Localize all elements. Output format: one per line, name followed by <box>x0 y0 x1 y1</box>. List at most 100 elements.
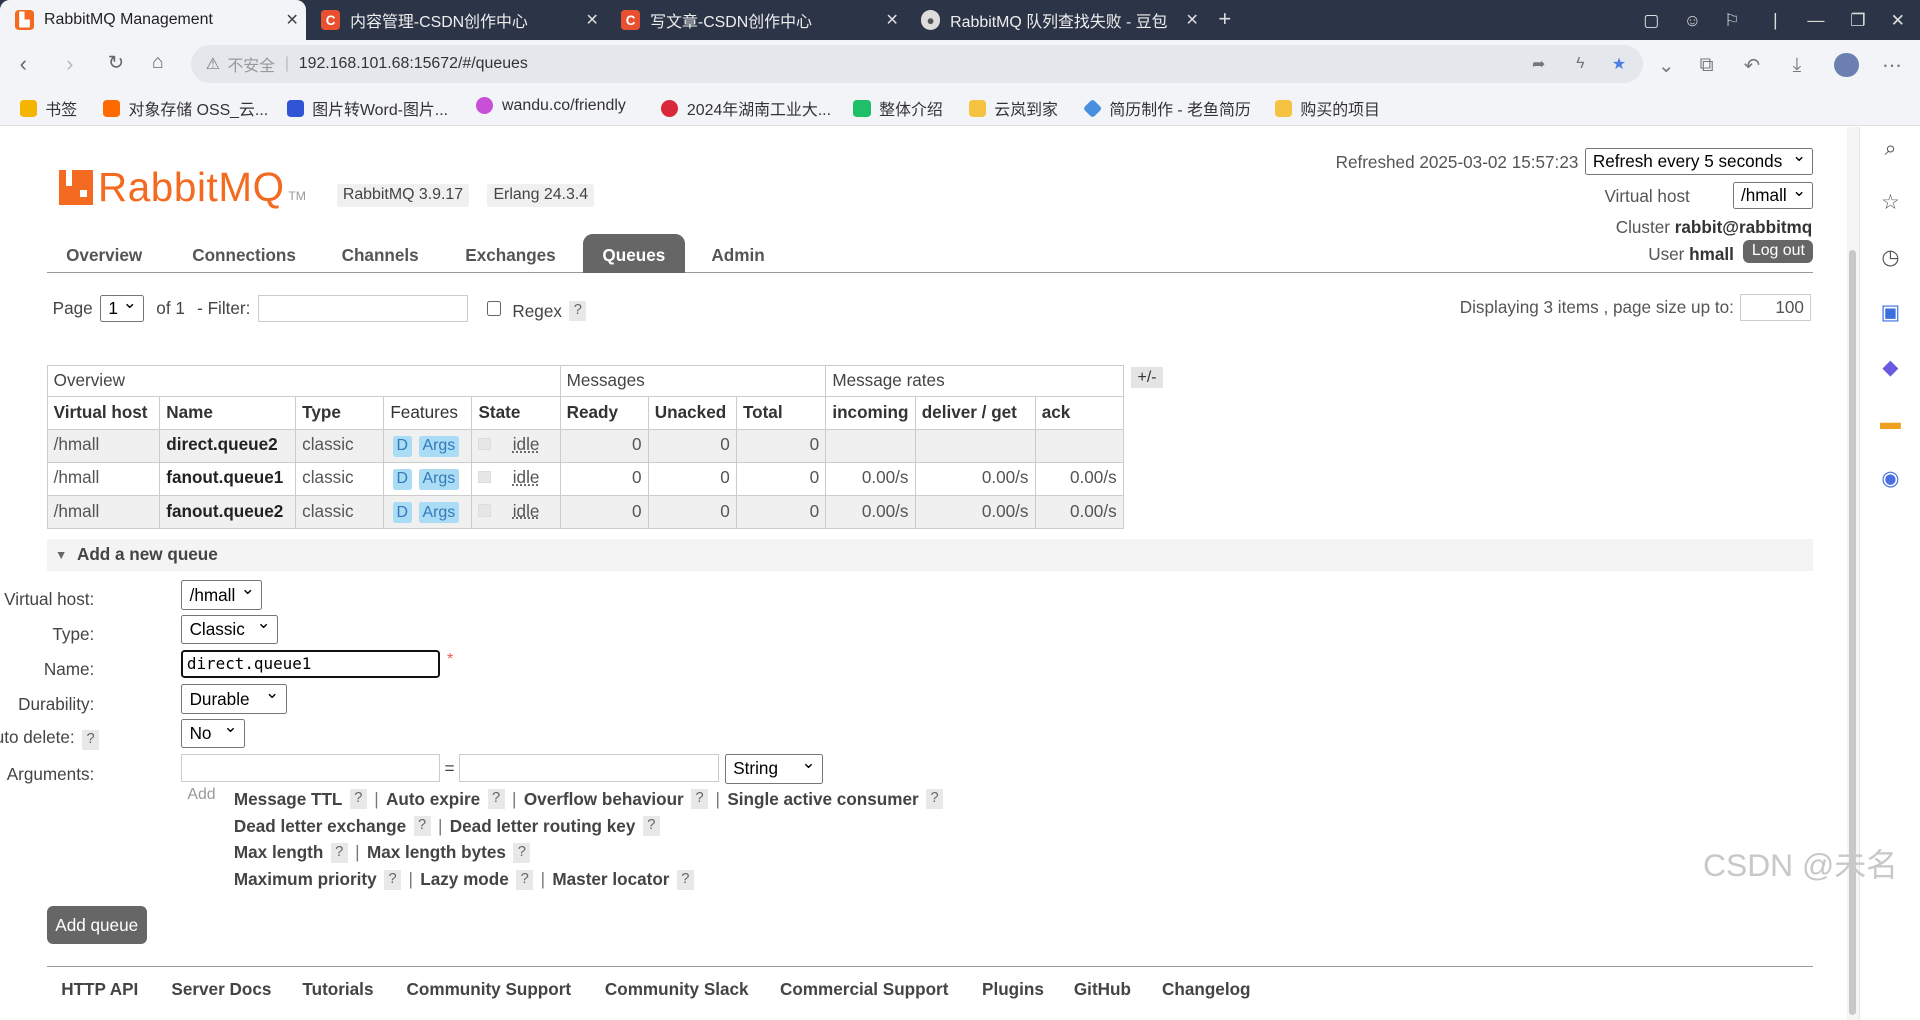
browser-tab-csdn-write[interactable]: C 写文章-CSDN创作中心 ✕ <box>606 0 906 40</box>
lightning-icon[interactable]: ϟ <box>1576 55 1584 73</box>
tab-admin[interactable]: Admin <box>711 245 764 266</box>
filter-input[interactable] <box>257 295 469 323</box>
footer-link-server-docs[interactable]: Server Docs <box>171 979 271 1000</box>
translate-icon[interactable]: ◉ <box>1878 467 1902 491</box>
share-icon[interactable]: ➦ <box>1532 54 1545 74</box>
browser-tab-rabbitmq[interactable]: ▙ RabbitMQ Management ✕ <box>0 0 307 41</box>
refresh-interval-select[interactable]: Refresh every 5 seconds <box>1584 145 1814 176</box>
add-queue-section-header[interactable]: ▼ Add a new queue <box>46 538 1814 571</box>
url-bar[interactable]: ⚠ 不安全 | 192.168.101.68:15672/#/queues ➦ … <box>191 45 1644 84</box>
col-incoming[interactable]: incoming <box>825 395 916 430</box>
close-tab-icon[interactable]: ✕ <box>885 10 898 30</box>
col-total[interactable]: Total <box>735 395 827 430</box>
tab-channels[interactable]: Channels <box>342 245 419 266</box>
page-scrollbar[interactable] <box>1846 127 1859 1020</box>
ai-icon[interactable]: ▣ <box>1878 301 1902 325</box>
single-active-consumer-link[interactable]: Single active consumer <box>727 789 918 810</box>
footer-link-community-support[interactable]: Community Support <box>407 979 572 1000</box>
dropdown-icon[interactable]: ⌄ <box>1658 54 1674 78</box>
help-icon[interactable]: ? <box>926 789 944 809</box>
toolbox-icon[interactable]: ▬ <box>1878 411 1902 435</box>
tab-count-icon[interactable]: ▢ <box>1643 10 1659 31</box>
bookmark-item[interactable]: 对象存储 OSS_云... <box>102 97 268 120</box>
bookmark-item[interactable]: 整体介绍 <box>853 97 943 120</box>
cell-name[interactable]: direct.queue2 <box>159 428 297 463</box>
close-window-icon[interactable]: ✕ <box>1891 10 1905 31</box>
game-icon[interactable]: ☺ <box>1684 10 1702 31</box>
history-icon[interactable]: ◷ <box>1878 246 1902 270</box>
col-ack[interactable]: ack <box>1034 395 1124 430</box>
help-icon[interactable]: ? <box>516 870 534 890</box>
help-icon[interactable]: ? <box>487 789 505 809</box>
queue-name-input[interactable]: direct.queue1 <box>181 650 440 679</box>
cell-name[interactable]: fanout.queue2 <box>159 494 297 529</box>
bookmark-item[interactable]: 书签 <box>19 97 77 120</box>
bookmark-item[interactable]: 购买的项目 <box>1274 97 1380 120</box>
max-length-link[interactable]: Max length <box>234 842 323 863</box>
footer-link-plugins[interactable]: Plugins <box>982 979 1044 1000</box>
col-unacked[interactable]: Unacked <box>647 395 737 430</box>
reload-icon[interactable]: ↻ <box>108 51 124 75</box>
argument-value-input[interactable] <box>459 754 719 783</box>
footer-link-commercial-support[interactable]: Commercial Support <box>780 979 948 1000</box>
browser-tab-doubao[interactable]: ● RabbitMQ 队列查找失败 - 豆包 ✕ <box>906 0 1206 40</box>
table-row[interactable]: /hmall direct.queue2 classic D Args idle… <box>46 428 1124 463</box>
avatar[interactable] <box>1834 52 1859 78</box>
footer-link-changelog[interactable]: Changelog <box>1162 979 1250 1000</box>
restore-icon[interactable]: ❐ <box>1850 10 1865 31</box>
download-icon[interactable]: ⤓ <box>1793 54 1802 77</box>
bookmark-item[interactable]: 简历制作 - 老鱼简历 <box>1082 97 1251 120</box>
col-deliver-get[interactable]: deliver / get <box>914 395 1036 430</box>
dead-letter-exchange-link[interactable]: Dead letter exchange <box>234 816 406 837</box>
extensions-icon[interactable]: ⧉ <box>1700 54 1714 77</box>
max-length-bytes-link[interactable]: Max length bytes <box>367 842 506 863</box>
tab-exchanges[interactable]: Exchanges <box>465 245 555 266</box>
footer-link-tutorials[interactable]: Tutorials <box>302 979 373 1000</box>
bookmark-item[interactable]: 2024年湖南工业大... <box>661 97 831 120</box>
durability-select[interactable]: Durable <box>181 682 287 714</box>
close-tab-icon[interactable]: ✕ <box>585 10 598 30</box>
col-type[interactable]: Type <box>295 395 385 430</box>
bookmark-item[interactable]: 云岚到家 <box>968 97 1058 120</box>
page-size-input[interactable]: 100 <box>1740 293 1812 321</box>
dead-letter-routing-key-link[interactable]: Dead letter routing key <box>450 816 636 837</box>
auto-expire-link[interactable]: Auto expire <box>386 789 480 810</box>
shirt-icon[interactable]: ⚐ <box>1724 10 1739 31</box>
scrollbar-thumb[interactable] <box>1848 249 1857 1016</box>
col-name[interactable]: Name <box>159 395 297 430</box>
queue-name-link[interactable]: direct.queue2 <box>166 434 277 454</box>
lazy-mode-link[interactable]: Lazy mode <box>420 869 509 890</box>
new-queue-vhost-select[interactable]: /hmall <box>181 578 263 610</box>
tab-connections[interactable]: Connections <box>192 245 296 266</box>
col-ready[interactable]: Ready <box>559 395 649 430</box>
cell-name[interactable]: fanout.queue1 <box>159 461 297 496</box>
col-state[interactable]: State <box>471 395 561 430</box>
favorites-icon[interactable]: ☆ <box>1878 191 1902 215</box>
help-icon[interactable]: ? <box>413 816 431 836</box>
queue-name-link[interactable]: fanout.queue1 <box>166 467 283 487</box>
footer-link-github[interactable]: GitHub <box>1074 979 1131 1000</box>
master-locator-link[interactable]: Master locator <box>552 869 669 890</box>
overflow-behaviour-link[interactable]: Overflow behaviour <box>524 789 684 810</box>
help-icon[interactable]: ? <box>349 789 367 809</box>
home-icon[interactable]: ⌂ <box>152 51 164 74</box>
bookmark-item[interactable]: wandu.co/friendly <box>476 97 626 115</box>
add-queue-button[interactable]: Add queue <box>46 906 147 945</box>
url-text[interactable]: 192.168.101.68:15672/#/queues <box>299 55 528 73</box>
maximum-priority-link[interactable]: Maximum priority <box>234 869 377 890</box>
auto-delete-select[interactable]: No <box>181 716 245 749</box>
queue-type-select[interactable]: Classic <box>181 612 278 645</box>
help-icon[interactable]: ? <box>330 843 348 863</box>
message-ttl-link[interactable]: Message TTL <box>234 789 343 810</box>
undo-icon[interactable]: ↶ <box>1744 54 1760 78</box>
help-icon[interactable]: ? <box>513 843 531 863</box>
footer-link-community-slack[interactable]: Community Slack <box>605 979 749 1000</box>
table-row[interactable]: /hmall fanout.queue1 classic D Args idle… <box>46 461 1124 496</box>
tab-queues[interactable]: Queues <box>582 233 685 274</box>
col-virtual-host[interactable]: Virtual host <box>46 395 161 430</box>
regex-help-icon[interactable]: ? <box>569 301 587 321</box>
regex-checkbox[interactable] <box>486 301 502 316</box>
queue-name-link[interactable]: fanout.queue2 <box>166 501 283 521</box>
auto-delete-help-icon[interactable]: ? <box>82 730 100 750</box>
argument-type-select[interactable]: String <box>724 752 823 784</box>
